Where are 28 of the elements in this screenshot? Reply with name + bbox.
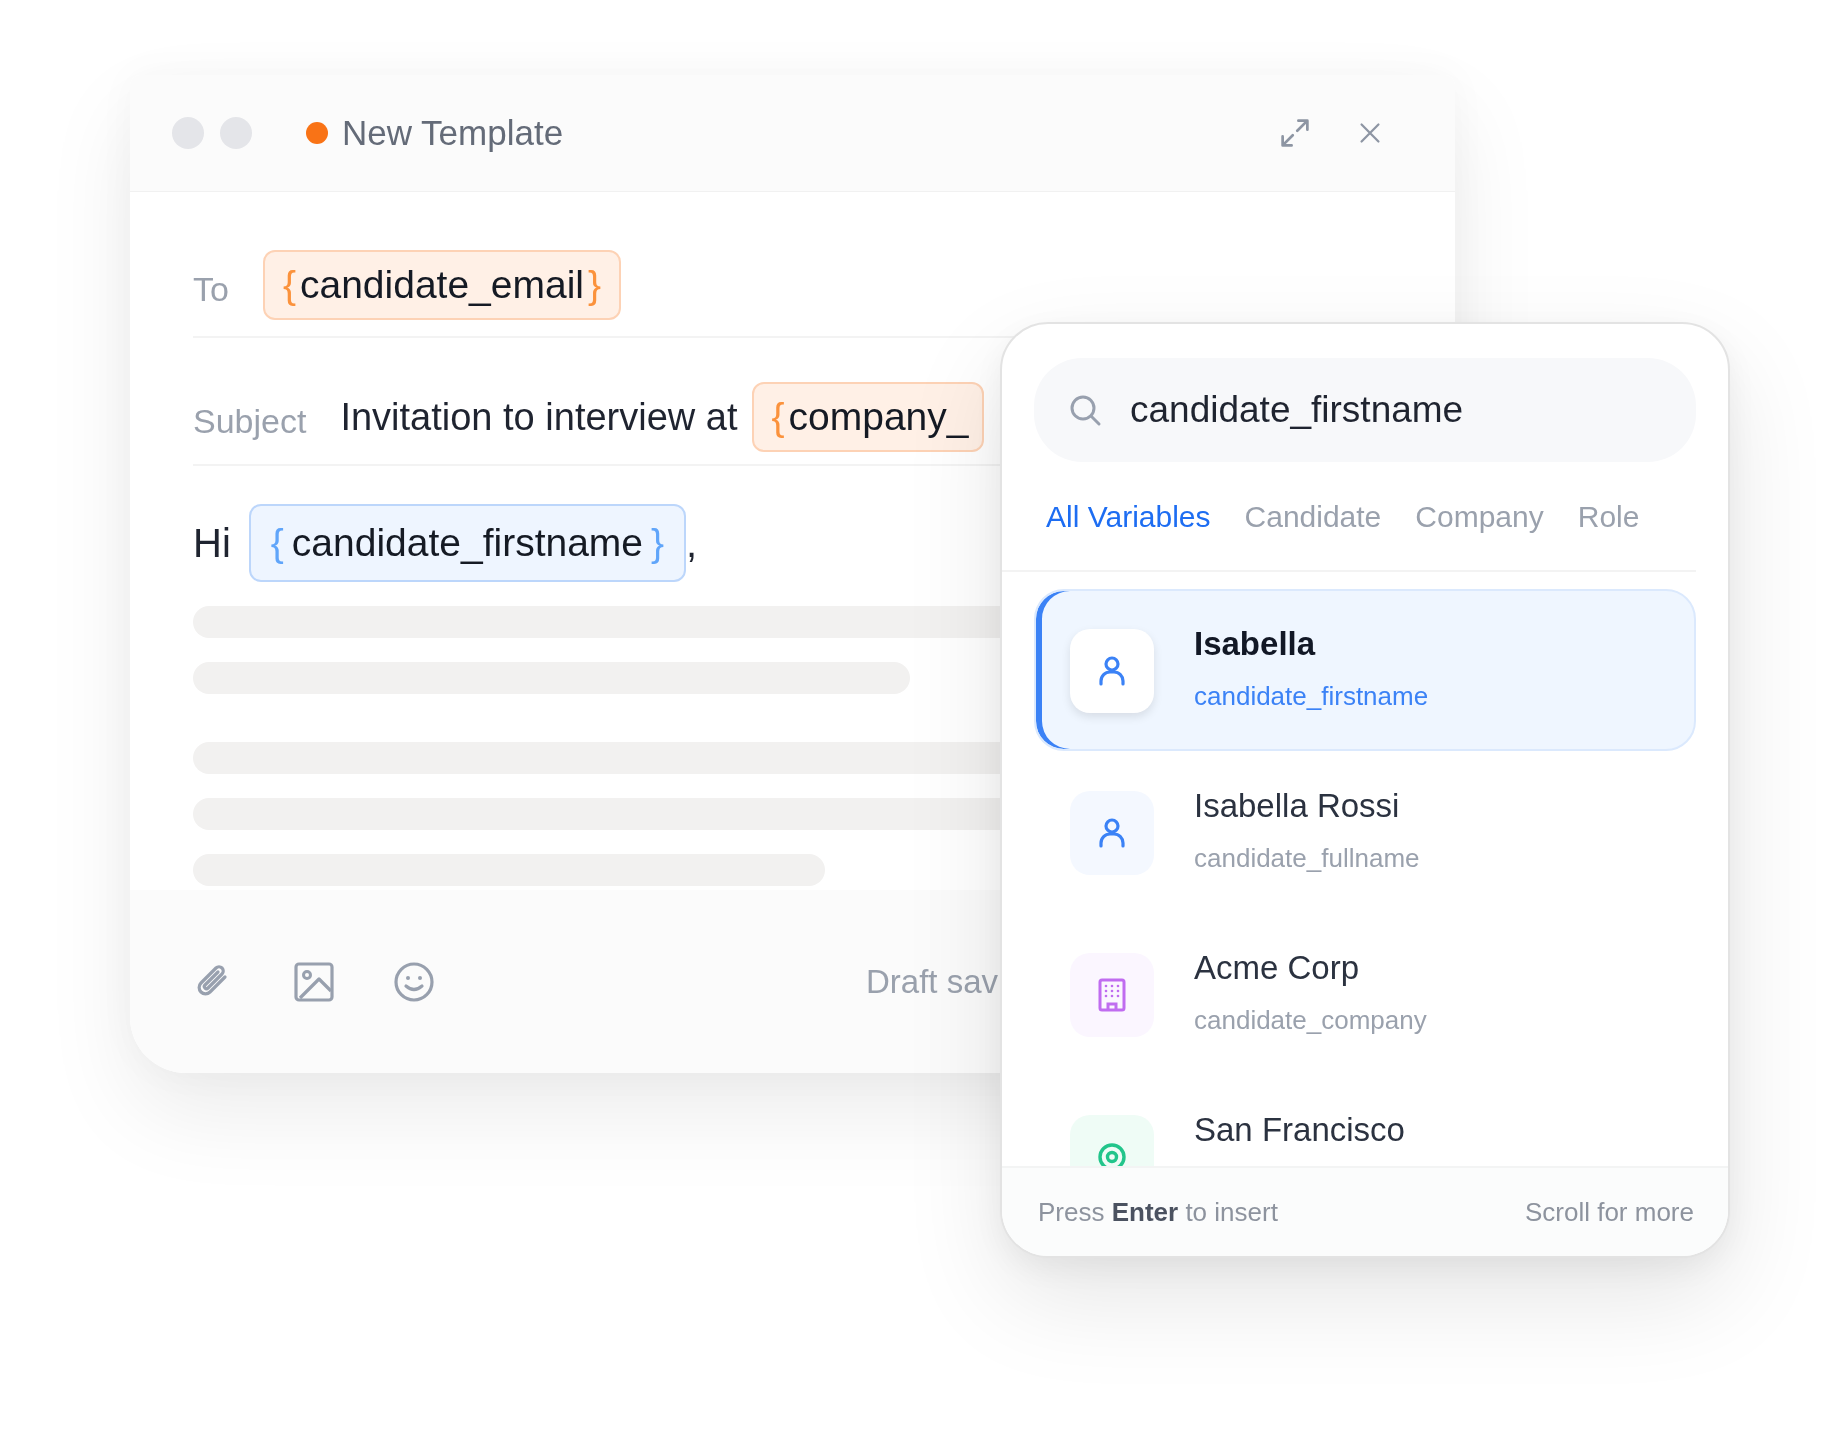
search-field[interactable]: candidate_firstname [1034, 358, 1696, 462]
body-text: , [686, 520, 698, 566]
search-icon [1068, 393, 1102, 427]
field-label: Subject [193, 401, 307, 441]
option-title: Isabella Rossi [1194, 787, 1401, 825]
variable-chip[interactable]: {candidate_email} [262, 250, 621, 320]
body-text: Hi [193, 520, 231, 566]
option-title: San Francisco [1194, 1111, 1405, 1149]
variable-option[interactable]: Acme Corp candidate_company [1034, 913, 1696, 1075]
variable-option[interactable]: Isabella Rossi candidate_fullname [1034, 751, 1696, 913]
field-label: To [193, 269, 229, 309]
scroll-hint: Scroll for more [1524, 1196, 1694, 1228]
insert-hint: Press Enter to insert [1038, 1196, 1278, 1228]
emoji-icon[interactable] [392, 959, 436, 1004]
variable-chip[interactable]: { candidate_firstname } [248, 504, 687, 582]
variable-name: candidate_fullname [1194, 843, 1420, 874]
option-title: Acme Corp [1194, 949, 1361, 987]
option-title: Isabella [1194, 625, 1317, 663]
draft-status: Draft sav [865, 962, 998, 1001]
window-title: New Template [342, 113, 564, 153]
variable-name: candidate_firstname [1194, 681, 1429, 712]
variable-chip[interactable]: {company_ [751, 382, 985, 452]
image-icon[interactable] [292, 959, 336, 1004]
filter-tab[interactable]: All Variables [1046, 500, 1211, 534]
subject-text: Invitation to interview at [340, 395, 738, 439]
variable-option[interactable]: Isabella candidate_firstname [1034, 589, 1696, 751]
search-field[interactable]: candidate_firstname [1130, 389, 1696, 431]
variable-name: candidate_company [1194, 1005, 1427, 1036]
